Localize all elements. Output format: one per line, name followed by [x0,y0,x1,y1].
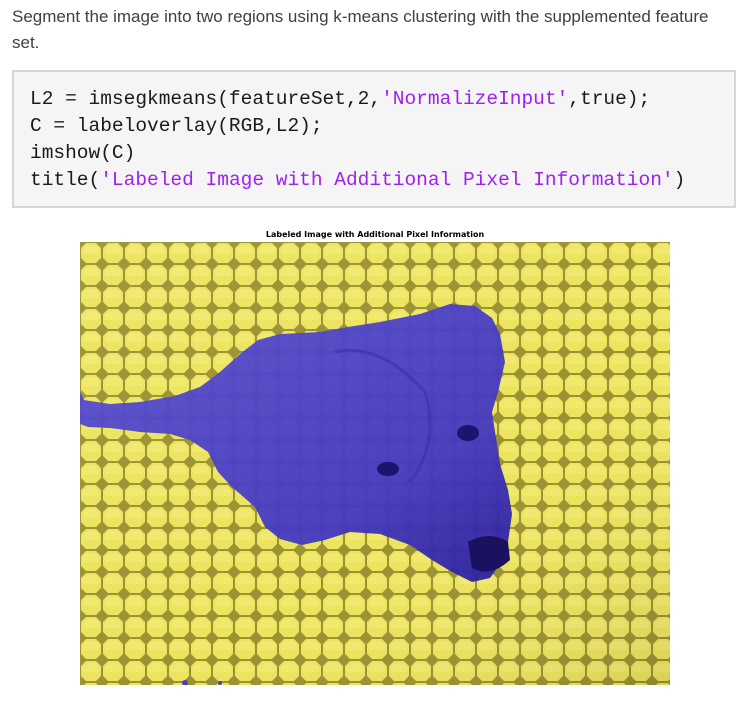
code-line-2: C = labeloverlay(RGB,L2); [30,115,323,137]
code-text: title( [30,169,101,191]
string-literal: 'Labeled Image with Additional Pixel Inf… [100,169,674,191]
dog-eye-left [457,425,479,441]
code-line-3: imshow(C) [30,142,136,164]
code-block[interactable]: L2 = imsegkmeans(featureSet,2,'Normalize… [12,70,736,208]
code-text: ,true); [568,88,651,110]
string-literal: 'NormalizeInput' [381,88,569,110]
code-text: L2 = imsegkmeans(featureSet,2, [30,88,382,110]
figure: Labeled Image with Additional Pixel Info… [80,228,670,686]
code-line-1: L2 = imsegkmeans(featureSet,2,'Normalize… [30,86,718,113]
figure-title: Labeled Image with Additional Pixel Info… [265,230,485,239]
code-line-4: title('Labeled Image with Additional Pix… [30,167,718,194]
code-text: ) [673,169,686,191]
dog-eye-right [377,462,399,476]
segmented-image [80,242,670,685]
intro-paragraph: Segment the image into two regions using… [12,7,709,52]
